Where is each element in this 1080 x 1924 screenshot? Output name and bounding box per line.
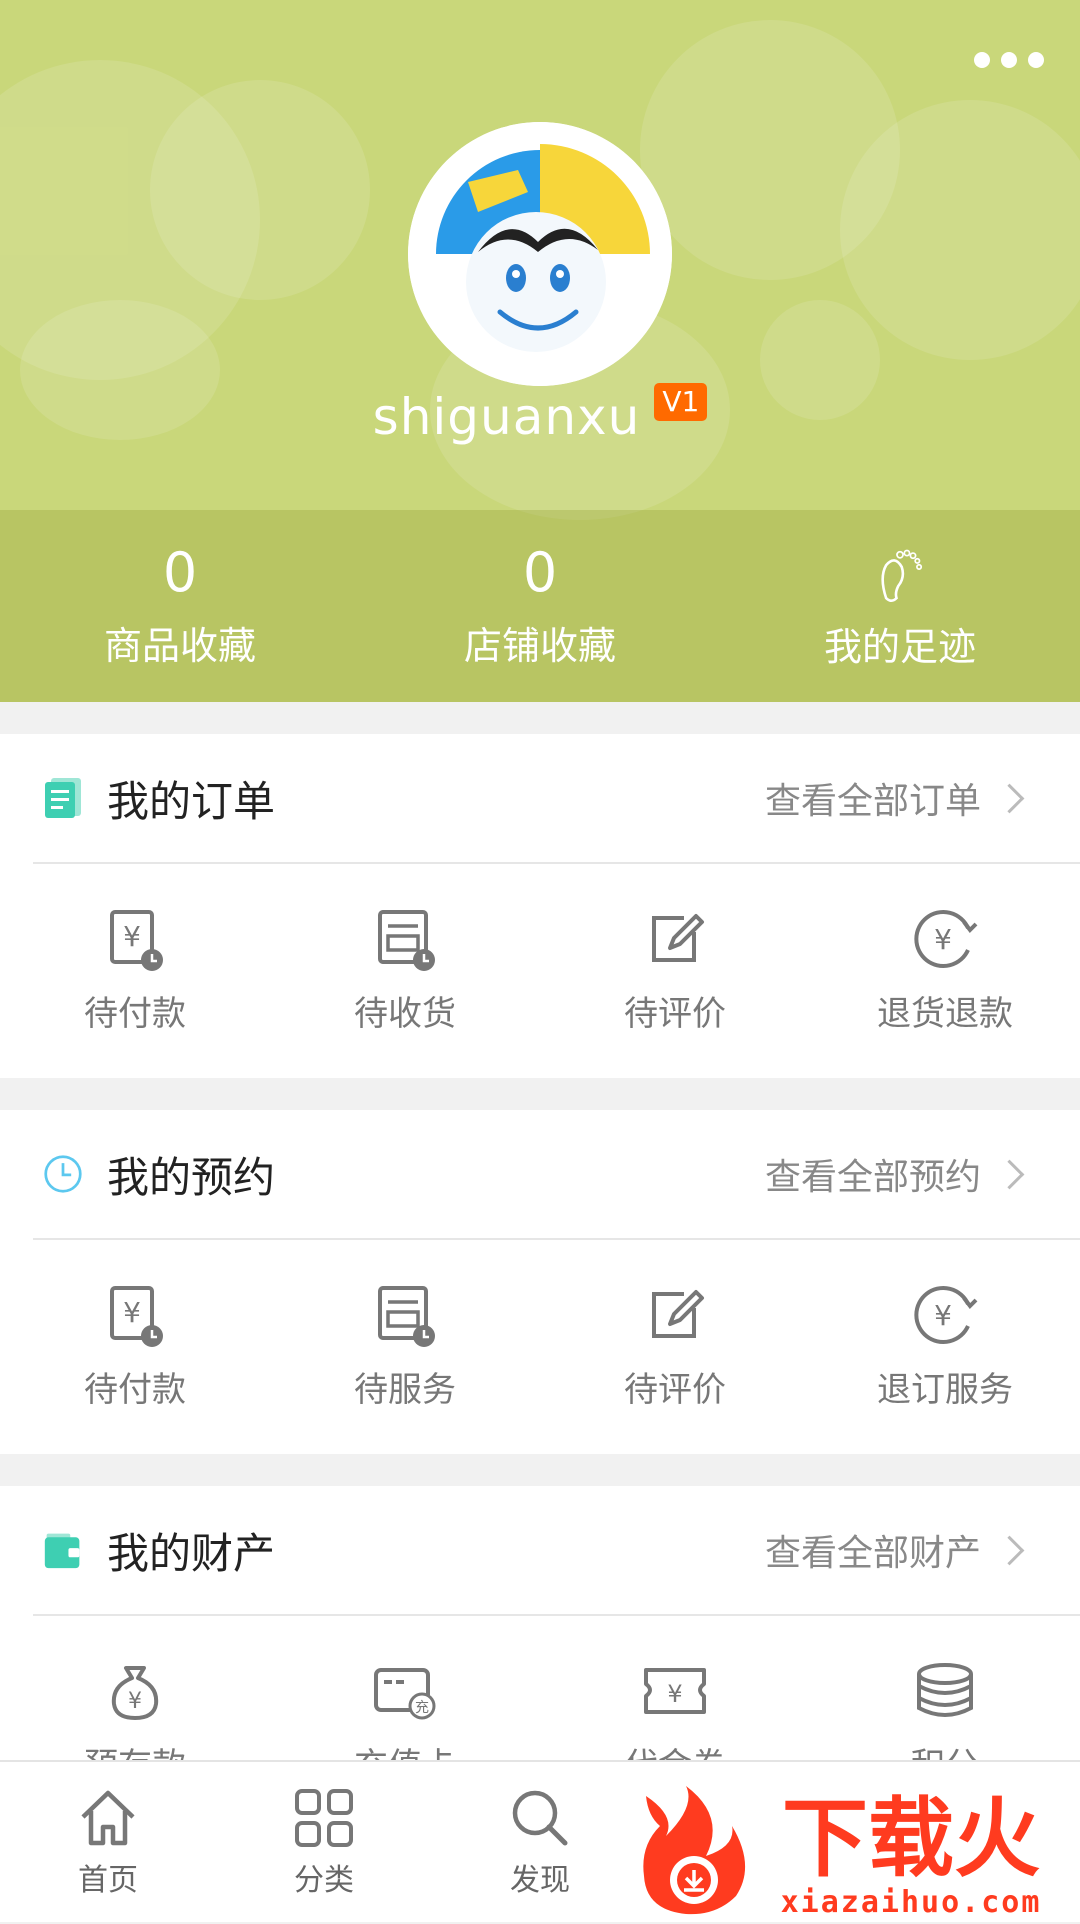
wallet-icon xyxy=(43,1528,83,1572)
asset-points-label: 积分 xyxy=(911,1738,979,1761)
coins-stack-icon xyxy=(917,1662,973,1717)
tab-discover[interactable]: 发现 xyxy=(432,1762,648,1922)
view-all-assets-link[interactable]: 查看全部财产 xyxy=(765,1524,981,1576)
svg-text:¥: ¥ xyxy=(123,920,141,953)
order-pending-review-label: 待评价 xyxy=(624,993,726,1034)
reservation-cancel[interactable]: ¥ 退订服务 xyxy=(810,1240,1080,1450)
tab-discover-label: 发现 xyxy=(510,1863,570,1898)
watermark-domain: xiazaihuo.com xyxy=(781,1885,1042,1920)
asset-voucher[interactable]: ¥ 代金券 xyxy=(540,1616,810,1760)
goods-favorites[interactable]: 0 商品收藏 xyxy=(0,510,360,702)
reservation-pending-payment[interactable]: ¥ 待付款 xyxy=(0,1240,270,1450)
tab-home-label: 首页 xyxy=(78,1863,138,1898)
asset-deposit[interactable]: ¥ 预存款 xyxy=(0,1616,270,1760)
assets-header[interactable]: 我的财产 查看全部财产 xyxy=(33,1486,1080,1616)
svg-text:¥: ¥ xyxy=(128,1689,142,1714)
my-footprints[interactable]: 我的足迹 xyxy=(720,510,1080,702)
refund-icon: ¥ xyxy=(914,909,978,968)
asset-points[interactable]: 积分 xyxy=(810,1616,1080,1760)
orders-grid: ¥ 待付款 待收货 待评价 ¥ 退货退款 xyxy=(0,864,1080,1074)
username: shiguanxu xyxy=(372,388,641,446)
refund-icon: ¥ xyxy=(914,1285,978,1344)
home-icon xyxy=(81,1790,135,1846)
reservations-grid: ¥ 待付款 待服务 待评价 ¥ 退订服务 xyxy=(0,1240,1080,1450)
level-badge: V1 xyxy=(654,383,708,421)
stats-bar: 0 商品收藏 0 店铺收藏 我的足迹 xyxy=(0,510,1080,702)
document-icon xyxy=(43,776,83,820)
assets-title: 我的财产 xyxy=(107,1528,276,1578)
order-pending-receipt-label: 待收货 xyxy=(354,993,456,1034)
view-all-reservations-link[interactable]: 查看全部预约 xyxy=(765,1148,981,1200)
more-options-button[interactable] xyxy=(974,40,1044,80)
reservation-pending-service-label: 待服务 xyxy=(354,1369,456,1410)
order-refund[interactable]: ¥ 退货退款 xyxy=(810,864,1080,1074)
order-pending-payment-label: 待付款 xyxy=(84,993,186,1034)
reservation-cancel-label: 退订服务 xyxy=(877,1369,1013,1410)
tab-category[interactable]: 分类 xyxy=(216,1762,432,1922)
goods-favorites-count: 0 xyxy=(162,540,198,604)
grid-icon xyxy=(295,1789,353,1847)
asset-recharge-card-label: 充值卡 xyxy=(354,1738,456,1761)
view-all-orders-link[interactable]: 查看全部订单 xyxy=(765,772,981,824)
reservation-pending-review[interactable]: 待评价 xyxy=(540,1240,810,1450)
reservations-title: 我的预约 xyxy=(107,1152,276,1202)
order-pending-payment[interactable]: ¥ 待付款 xyxy=(0,864,270,1074)
order-pending-review[interactable]: 待评价 xyxy=(540,864,810,1074)
orders-section: 我的订单 查看全部订单 ¥ 待付款 待收货 待评价 ¥ 退货退款 xyxy=(0,734,1080,1078)
order-pending-receipt[interactable]: 待收货 xyxy=(270,864,540,1074)
asset-deposit-label: 预存款 xyxy=(84,1738,186,1761)
order-refund-label: 退货退款 xyxy=(877,993,1013,1034)
payment-pending-icon: ¥ xyxy=(110,1285,163,1347)
recharge-card-icon: 充 xyxy=(374,1667,436,1719)
tab-category-label: 分类 xyxy=(294,1863,354,1898)
assets-grid: ¥ 预存款 充 充值卡 ¥ 代金券 xyxy=(0,1616,1080,1760)
watermark-logo: 下载火 xiazaihuo.com xyxy=(636,1776,1076,1920)
store-favorites-label: 店铺收藏 xyxy=(463,623,616,668)
profile-header: shiguanxu V1 0 商品收藏 0 店铺收藏 我的足迹 xyxy=(0,0,1080,702)
goods-favorites-label: 商品收藏 xyxy=(103,623,256,668)
svg-text:¥: ¥ xyxy=(934,1299,952,1332)
reservation-pending-payment-label: 待付款 xyxy=(84,1369,186,1410)
store-favorites-count: 0 xyxy=(522,540,558,604)
avatar[interactable] xyxy=(408,122,672,386)
watermark-brand: 下载火 xyxy=(782,1789,1040,1889)
service-pending-icon xyxy=(378,1285,435,1347)
store-favorites[interactable]: 0 店铺收藏 xyxy=(360,510,720,702)
svg-text:¥: ¥ xyxy=(667,1680,682,1708)
search-icon xyxy=(512,1790,568,1846)
chevron-right-icon xyxy=(994,783,1025,813)
chevron-right-icon xyxy=(994,1159,1025,1189)
svg-text:¥: ¥ xyxy=(934,923,952,956)
reservation-pending-review-label: 待评价 xyxy=(624,1369,726,1410)
tab-home[interactable]: 首页 xyxy=(0,1762,216,1922)
reservations-header[interactable]: 我的预约 查看全部预约 xyxy=(33,1110,1080,1240)
footprint-icon xyxy=(881,549,923,602)
svg-text:充: 充 xyxy=(415,1700,429,1716)
chevron-right-icon xyxy=(994,1535,1025,1565)
money-bag-icon: ¥ xyxy=(111,1665,159,1720)
user-info: shiguanxu V1 xyxy=(0,383,1080,446)
clock-icon xyxy=(43,1152,83,1196)
reservations-section: 我的预约 查看全部预约 ¥ 待付款 待服务 待评价 ¥ 退订服务 xyxy=(0,1110,1080,1454)
assets-section: 我的财产 查看全部财产 ¥ 预存款 充 充值卡 ¥ 代金券 xyxy=(0,1486,1080,1760)
orders-header[interactable]: 我的订单 查看全部订单 xyxy=(33,734,1080,864)
voucher-icon: ¥ xyxy=(644,1667,706,1714)
package-pending-icon xyxy=(378,909,435,971)
orders-title: 我的订单 xyxy=(107,776,276,826)
payment-pending-icon: ¥ xyxy=(110,909,163,971)
my-footprints-label: 我的足迹 xyxy=(823,624,976,669)
asset-voucher-label: 代金券 xyxy=(624,1738,726,1761)
edit-review-icon xyxy=(652,913,704,962)
asset-recharge-card[interactable]: 充 充值卡 xyxy=(270,1616,540,1760)
edit-review-icon xyxy=(652,1289,704,1338)
reservation-pending-service[interactable]: 待服务 xyxy=(270,1240,540,1450)
svg-text:¥: ¥ xyxy=(123,1296,141,1329)
